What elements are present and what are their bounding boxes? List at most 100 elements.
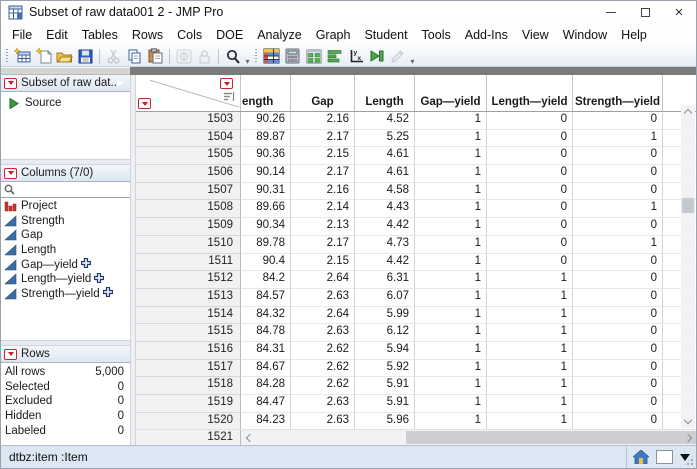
data-cell[interactable]: 89.78	[241, 236, 291, 254]
row-number-cell[interactable]: 1509	[136, 218, 241, 236]
column-item-gap[interactable]: Gap	[1, 228, 130, 243]
data-cell[interactable]: 1	[487, 271, 573, 289]
new-journal-button[interactable]	[33, 47, 54, 66]
row-number-cell[interactable]: 1503	[136, 112, 241, 130]
menu-doe[interactable]: DOE	[209, 25, 250, 45]
menu-analyze[interactable]: Analyze	[250, 25, 308, 45]
data-cell[interactable]: 2.64	[291, 307, 355, 325]
data-cell[interactable]: 1	[415, 165, 487, 183]
data-cell[interactable]: 4.61	[355, 147, 415, 165]
save-button[interactable]	[75, 47, 96, 66]
data-cell[interactable]: 1	[415, 377, 487, 395]
data-cell[interactable]: 1	[487, 395, 573, 413]
data-cell[interactable]: 0	[573, 289, 663, 307]
column-item-gapyield[interactable]: Gap—yield	[1, 257, 130, 272]
data-cell[interactable]: 1	[415, 342, 487, 360]
data-cell[interactable]: 0	[573, 377, 663, 395]
data-cell[interactable]: 0	[487, 236, 573, 254]
window-panes-button[interactable]	[303, 47, 324, 66]
menu-tables[interactable]: Tables	[75, 25, 125, 45]
row-number-cell[interactable]: 1516	[136, 342, 241, 360]
data-cell[interactable]: 1	[415, 218, 487, 236]
data-cell[interactable]: 4.43	[355, 200, 415, 218]
paste-button[interactable]	[145, 47, 166, 66]
row-number-cell[interactable]: 1511	[136, 254, 241, 272]
menu-graph[interactable]: Graph	[309, 25, 358, 45]
row-number-cell[interactable]: 1506	[136, 165, 241, 183]
data-cell[interactable]: 0	[573, 254, 663, 272]
row-number-cell[interactable]: 1505	[136, 147, 241, 165]
data-cell[interactable]: 89.66	[241, 200, 291, 218]
menu-student[interactable]: Student	[357, 25, 414, 45]
column-item-strengthyield[interactable]: Strength—yield	[1, 287, 130, 302]
menu-edit[interactable]: Edit	[39, 25, 75, 45]
data-cell[interactable]: 1	[487, 342, 573, 360]
column-item-project[interactable]: Project	[1, 199, 130, 214]
data-cell[interactable]: 1	[487, 413, 573, 431]
data-cell[interactable]: 2.62	[291, 342, 355, 360]
rows-menu-icon[interactable]	[138, 98, 151, 109]
data-cell[interactable]: 84.32	[241, 307, 291, 325]
horizontal-scrollbar-thumb[interactable]	[406, 431, 696, 444]
data-cell[interactable]: 6.31	[355, 271, 415, 289]
data-cell[interactable]: 2.16	[291, 112, 355, 130]
data-cell[interactable]: 0	[573, 360, 663, 378]
data-cell[interactable]: 90.4	[241, 254, 291, 272]
data-cell[interactable]: 1	[415, 130, 487, 148]
data-cell[interactable]: 1	[487, 307, 573, 325]
row-number-cell[interactable]: 1514	[136, 307, 241, 325]
columns-search-input[interactable]	[1, 182, 130, 198]
row-number-cell[interactable]: 1518	[136, 377, 241, 395]
data-cell[interactable]: 2.62	[291, 360, 355, 378]
data-cell[interactable]: 1	[415, 271, 487, 289]
fit-y-by-x-button[interactable]: yx	[345, 47, 366, 66]
data-cell[interactable]: 1	[415, 147, 487, 165]
row-number-cell[interactable]: 1512	[136, 271, 241, 289]
data-cell[interactable]: 0	[573, 271, 663, 289]
column-header-gap[interactable]: Gap	[291, 75, 355, 111]
menu-tools[interactable]: Tools	[415, 25, 458, 45]
data-cell[interactable]: 1	[415, 112, 487, 130]
data-cell[interactable]: 5.91	[355, 395, 415, 413]
column-header-gapyield[interactable]: Gap—yield	[415, 75, 487, 111]
data-table-button[interactable]	[261, 47, 282, 66]
data-cell[interactable]: 5.91	[355, 377, 415, 395]
data-cell[interactable]: 84.78	[241, 324, 291, 342]
data-cell[interactable]: 0	[573, 183, 663, 201]
color-swatch[interactable]	[656, 450, 673, 464]
data-cell[interactable]: 0	[487, 183, 573, 201]
data-cell[interactable]: 84.57	[241, 289, 291, 307]
home-icon[interactable]	[633, 450, 649, 464]
data-cell[interactable]: 1	[415, 289, 487, 307]
data-cell[interactable]: 1	[487, 289, 573, 307]
open-button[interactable]	[54, 47, 75, 66]
data-cell[interactable]: 0	[487, 218, 573, 236]
data-cell[interactable]: 0	[573, 218, 663, 236]
columns-panel-header[interactable]: Columns (7/0)	[1, 165, 130, 182]
row-number-cell[interactable]: 1517	[136, 360, 241, 378]
data-cell[interactable]: 2.63	[291, 324, 355, 342]
data-cell[interactable]: 5.94	[355, 342, 415, 360]
data-cell[interactable]: 2.17	[291, 165, 355, 183]
column-item-lengthyield[interactable]: Length—yield	[1, 272, 130, 287]
data-cell[interactable]: 1	[415, 254, 487, 272]
data-cell[interactable]: 0	[573, 147, 663, 165]
row-number-cell[interactable]: 1519	[136, 395, 241, 413]
data-cell[interactable]: 6.07	[355, 289, 415, 307]
column-header-length[interactable]: Length	[355, 75, 415, 111]
data-cell[interactable]: 0	[487, 147, 573, 165]
row-number-cell[interactable]: 1520	[136, 413, 241, 431]
horizontal-scrollbar[interactable]	[241, 430, 696, 445]
partial-row-number[interactable]: 1521	[136, 430, 241, 445]
minimize-button[interactable]	[594, 1, 628, 23]
data-cell[interactable]: 1	[573, 236, 663, 254]
row-number-cell[interactable]: 1513	[136, 289, 241, 307]
sidebar-splitter-top[interactable]	[1, 67, 130, 75]
close-button[interactable]: ×	[662, 1, 696, 23]
data-cell[interactable]: 5.25	[355, 130, 415, 148]
data-cell[interactable]: 5.96	[355, 413, 415, 431]
scroll-down-icon[interactable]	[681, 415, 695, 428]
maximize-button[interactable]	[628, 1, 662, 23]
data-cell[interactable]: 90.34	[241, 218, 291, 236]
data-cell[interactable]: 2.17	[291, 130, 355, 148]
